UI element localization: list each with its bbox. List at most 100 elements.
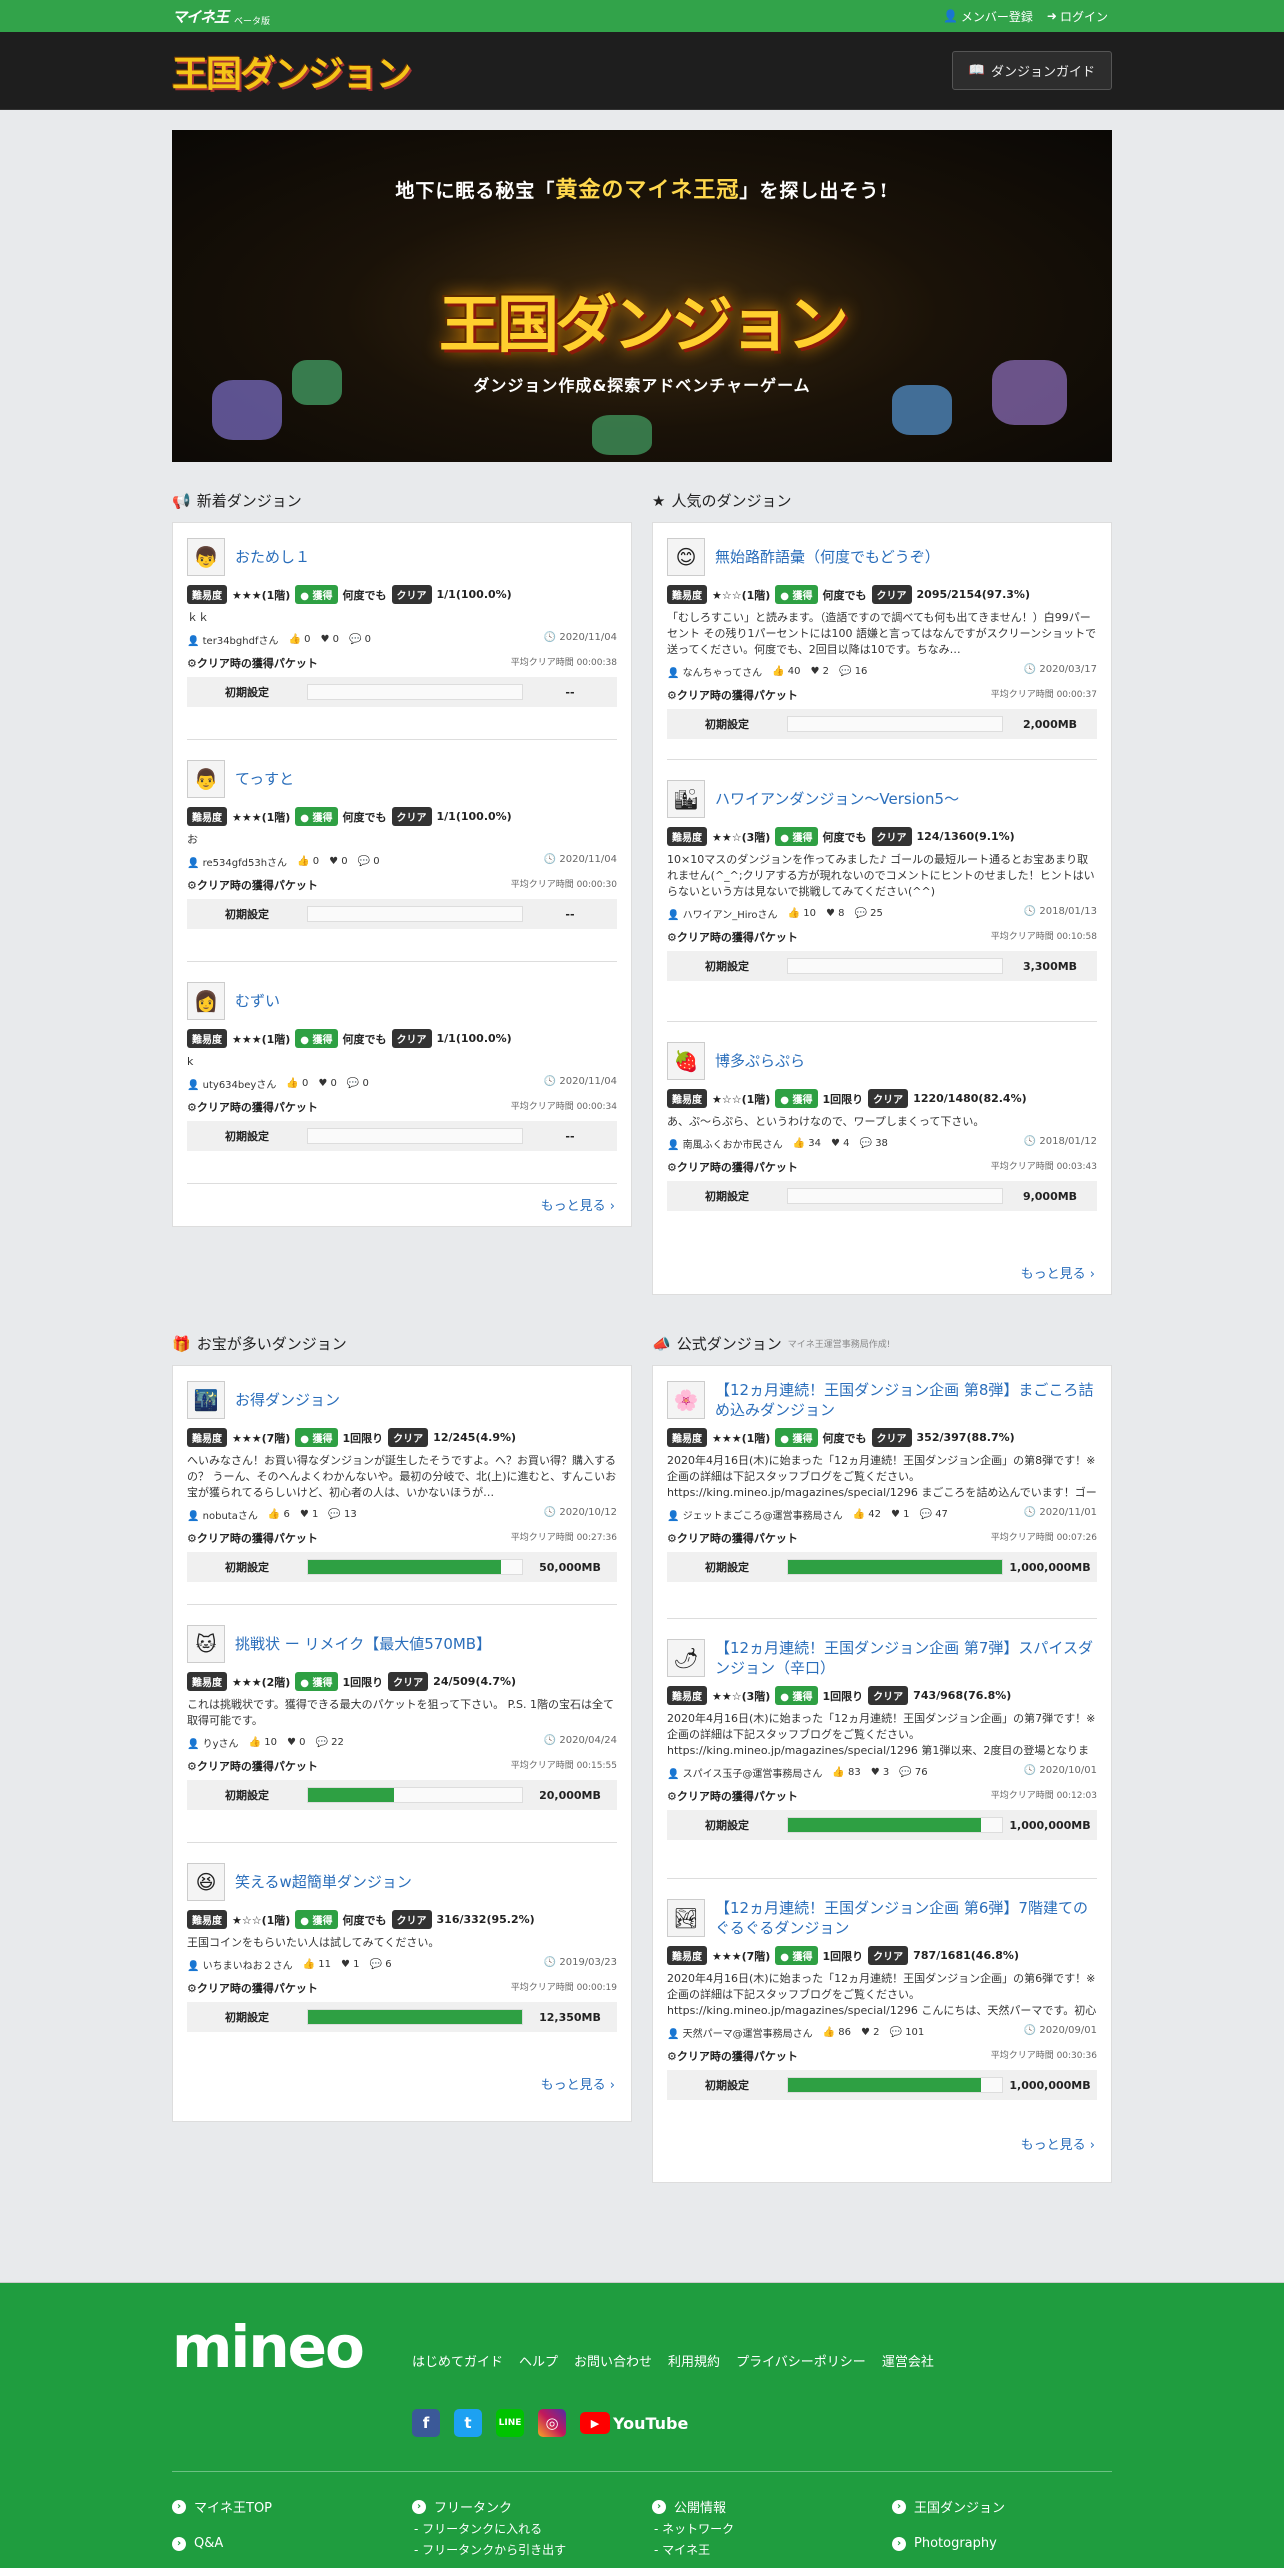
footer-link[interactable]: はじめてガイド (412, 2351, 503, 2370)
social-links: f t LINE ◎ ▶ YouTube (412, 2409, 688, 2437)
footer-link[interactable]: プライバシーポリシー (736, 2351, 866, 2370)
dungeon-title-link[interactable]: てっすと (235, 769, 294, 789)
clear-value: 352/397(88.7%) (916, 1431, 1015, 1444)
dungeon-guide-button[interactable]: 📖 ダンジョンガイド (951, 51, 1112, 90)
clear-badge: クリア (868, 1089, 909, 1108)
clear-value: 24/509(4.7%) (433, 1675, 517, 1688)
mineo-logo[interactable]: mineo (172, 2313, 365, 2381)
dungeon-title-link[interactable]: 【12ヵ月連続！王国ダンジョン企画 第8弾】まごころ詰め込みダンジョン (715, 1380, 1097, 1420)
footer-link[interactable]: お問い合わせ (574, 2351, 652, 2370)
dungeon-thumbnail[interactable]: 👦 (187, 538, 225, 576)
brand[interactable]: マイネ王 ベータ版 (172, 6, 270, 27)
initial-label: 初期設定 (225, 2011, 269, 2024)
dungeon-thumbnail[interactable]: 🏙 (667, 780, 705, 818)
hero-banner[interactable]: 地下に眠る秘宝「黄金のマイネ王冠」を探し出そう! 王国ダンジョン ダンジョン作成… (172, 130, 1112, 462)
footer-sub-link[interactable]: - フリータンクから引き出す (412, 2541, 566, 2558)
get-value: 1回限り (822, 1689, 864, 1703)
footer-sub-link[interactable]: - マイネ王 (652, 2541, 734, 2558)
author[interactable]: 👤 ジェットまごころ@運営事務局さん (667, 1507, 843, 1522)
author[interactable]: 👤 nobutaさん (187, 1507, 258, 1522)
dungeon-description: ｋｋ (187, 611, 209, 624)
footer-link[interactable]: ヘルプ (519, 2351, 558, 2370)
footer-nav-item[interactable]: › Photography (892, 2536, 1005, 2551)
difficulty-value: ★★☆(3階) (712, 1689, 771, 1703)
author[interactable]: 👤 ハワイアン_Hiroさん (667, 906, 778, 921)
twitter-icon[interactable]: t (454, 2409, 482, 2437)
get-label: 獲得 (792, 591, 813, 602)
author[interactable]: 👤 スパイス玉子@運営事務局さん (667, 1765, 822, 1780)
facebook-icon[interactable]: f (412, 2409, 440, 2437)
heart-count: ♥ 0 (287, 1737, 306, 1748)
chevron-right-icon: › (1089, 1267, 1095, 1282)
chevron-right-icon: › (412, 2499, 426, 2514)
author[interactable]: 👤 ter34bghdfさん (187, 632, 278, 647)
new-dungeons-title: 📢 新着ダンジョン (172, 490, 302, 511)
difficulty-badge: 難易度 (187, 585, 227, 604)
dungeon-thumbnail[interactable]: 👩 (187, 982, 225, 1020)
difficulty-value: ★★★(1階) (712, 1431, 771, 1445)
dungeon-title-link[interactable]: 【12ヵ月連続！王国ダンジョン企画 第6弾】7階建てのぐるぐるダンジョン (715, 1898, 1097, 1938)
more-link[interactable]: もっと見る › (1021, 1263, 1095, 1282)
footer-nav-item[interactable]: › マイネ王TOP (172, 2497, 272, 2516)
footer-nav-item[interactable]: › 王国ダンジョン (892, 2497, 1005, 2516)
difficulty-badge: 難易度 (187, 1672, 227, 1691)
packet-progress-bar (787, 1559, 1003, 1575)
dungeon-card: 🍓 博多ぷらぷら 難易度 ★☆☆(1階) ● 獲得 1回限り クリア 1220/1480(82… (667, 1041, 1097, 1211)
register-link[interactable]: 👤 メンバー登録 (943, 8, 1033, 25)
dungeon-thumbnail[interactable]: 🌶 (667, 1639, 705, 1677)
footer-nav-item[interactable]: › フリータンク (412, 2497, 566, 2516)
difficulty-badge: 難易度 (667, 1946, 707, 1965)
dungeon-thumbnail[interactable]: 🌃 (187, 1381, 225, 1419)
dungeon-logo[interactable]: 王国ダンジョン (172, 45, 412, 97)
author[interactable]: 👤 南風ふくおか市民さん (667, 1136, 783, 1151)
more-link[interactable]: もっと見る › (1021, 2134, 1095, 2153)
thumbs-up-icon: 👍 (832, 1767, 845, 1778)
footer-nav-item[interactable]: › Q&A (172, 2536, 272, 2551)
more-link[interactable]: もっと見る › (541, 2074, 615, 2093)
dungeon-thumbnail[interactable]: 😊 (667, 538, 705, 576)
author[interactable]: 👤 uty634beyさん (187, 1076, 276, 1091)
author[interactable]: 👤 りyさん (187, 1735, 239, 1750)
dungeon-thumbnail[interactable]: 😆 (187, 1863, 225, 1901)
dungeon-title-link[interactable]: 博多ぷらぷら (715, 1051, 805, 1071)
dungeon-guide-label: ダンジョンガイド (990, 65, 1095, 80)
clock-icon: 🕓 (1023, 2025, 1037, 2036)
dungeon-title-link[interactable]: 【12ヵ月連続！王国ダンジョン企画 第7弾】スパイスダンジョン（辛口） (715, 1638, 1097, 1678)
mineo-king-logo[interactable]: マイネ王 (172, 6, 229, 27)
footer-nav-item[interactable]: › 公開情報 (652, 2497, 734, 2516)
dungeon-thumbnail[interactable]: 👨 (187, 760, 225, 798)
dungeon-title-link[interactable]: ハワイアンダンジョン～Version5～ (715, 789, 959, 809)
footer-link[interactable]: 運営会社 (882, 2351, 934, 2370)
dungeon-title-link[interactable]: むずい (235, 991, 280, 1011)
dungeon-meta: 難易度 ★★★(1階) ● 獲得 何度でも クリア 1/1(100.0%) (187, 1029, 617, 1048)
user-icon: 👤 (187, 1961, 200, 1972)
dungeon-thumbnail[interactable]: 🐱 (187, 1625, 225, 1663)
footer-sub-link[interactable]: - ネットワーク (652, 2520, 734, 2537)
card-header: 🍓 博多ぷらぷら (667, 1041, 1097, 1081)
line-icon[interactable]: LINE (496, 2409, 524, 2437)
footer-link[interactable]: 利用規約 (668, 2351, 720, 2370)
footer-sub-link[interactable]: - フリータンクに入れる (412, 2520, 566, 2537)
author[interactable]: 👤 re534gfd53hさん (187, 854, 287, 869)
like-count: 👍 6 (268, 1509, 290, 1520)
author[interactable]: 👤 いちまいねお２さん (187, 1957, 293, 1972)
login-link[interactable]: ➜ ログイン (1047, 8, 1108, 25)
dungeon-title-link[interactable]: 挑戦状 ー リメイク【最大値570MB】 (235, 1634, 491, 1654)
dungeon-thumbnail[interactable]: 🏞 (667, 1899, 705, 1937)
author[interactable]: 👤 天然パーマ@運営事務局さん (667, 2025, 813, 2040)
dungeon-thumbnail[interactable]: 🌸 (667, 1381, 705, 1419)
comment-value: 0 (373, 856, 380, 867)
get-badge: ● 獲得 (775, 1946, 818, 1965)
dungeon-thumbnail[interactable]: 🍓 (667, 1042, 705, 1080)
youtube-link[interactable]: ▶ YouTube (580, 2412, 688, 2434)
dungeon-title-link[interactable]: 無始路酢語彙（何度でもどうぞ） (715, 547, 940, 567)
dungeon-card: 👦 おためし１ 難易度 ★★★(1階) ● 獲得 何度でも クリア 1/1(100.0%) ｋｋ… (187, 537, 617, 707)
more-link[interactable]: もっと見る › (541, 1195, 615, 1214)
instagram-icon[interactable]: ◎ (538, 2409, 566, 2437)
author[interactable]: 👤 なんちゃってさん (667, 664, 762, 679)
dungeon-title-link[interactable]: おためし１ (235, 547, 310, 567)
dungeon-title-link[interactable]: 笑えるw超簡単ダンジョン (235, 1872, 412, 1892)
comment-icon: 💬 (315, 1737, 328, 1748)
dungeon-title-link[interactable]: お得ダンジョン (235, 1390, 340, 1410)
thumbs-up-icon: 👍 (772, 666, 785, 677)
